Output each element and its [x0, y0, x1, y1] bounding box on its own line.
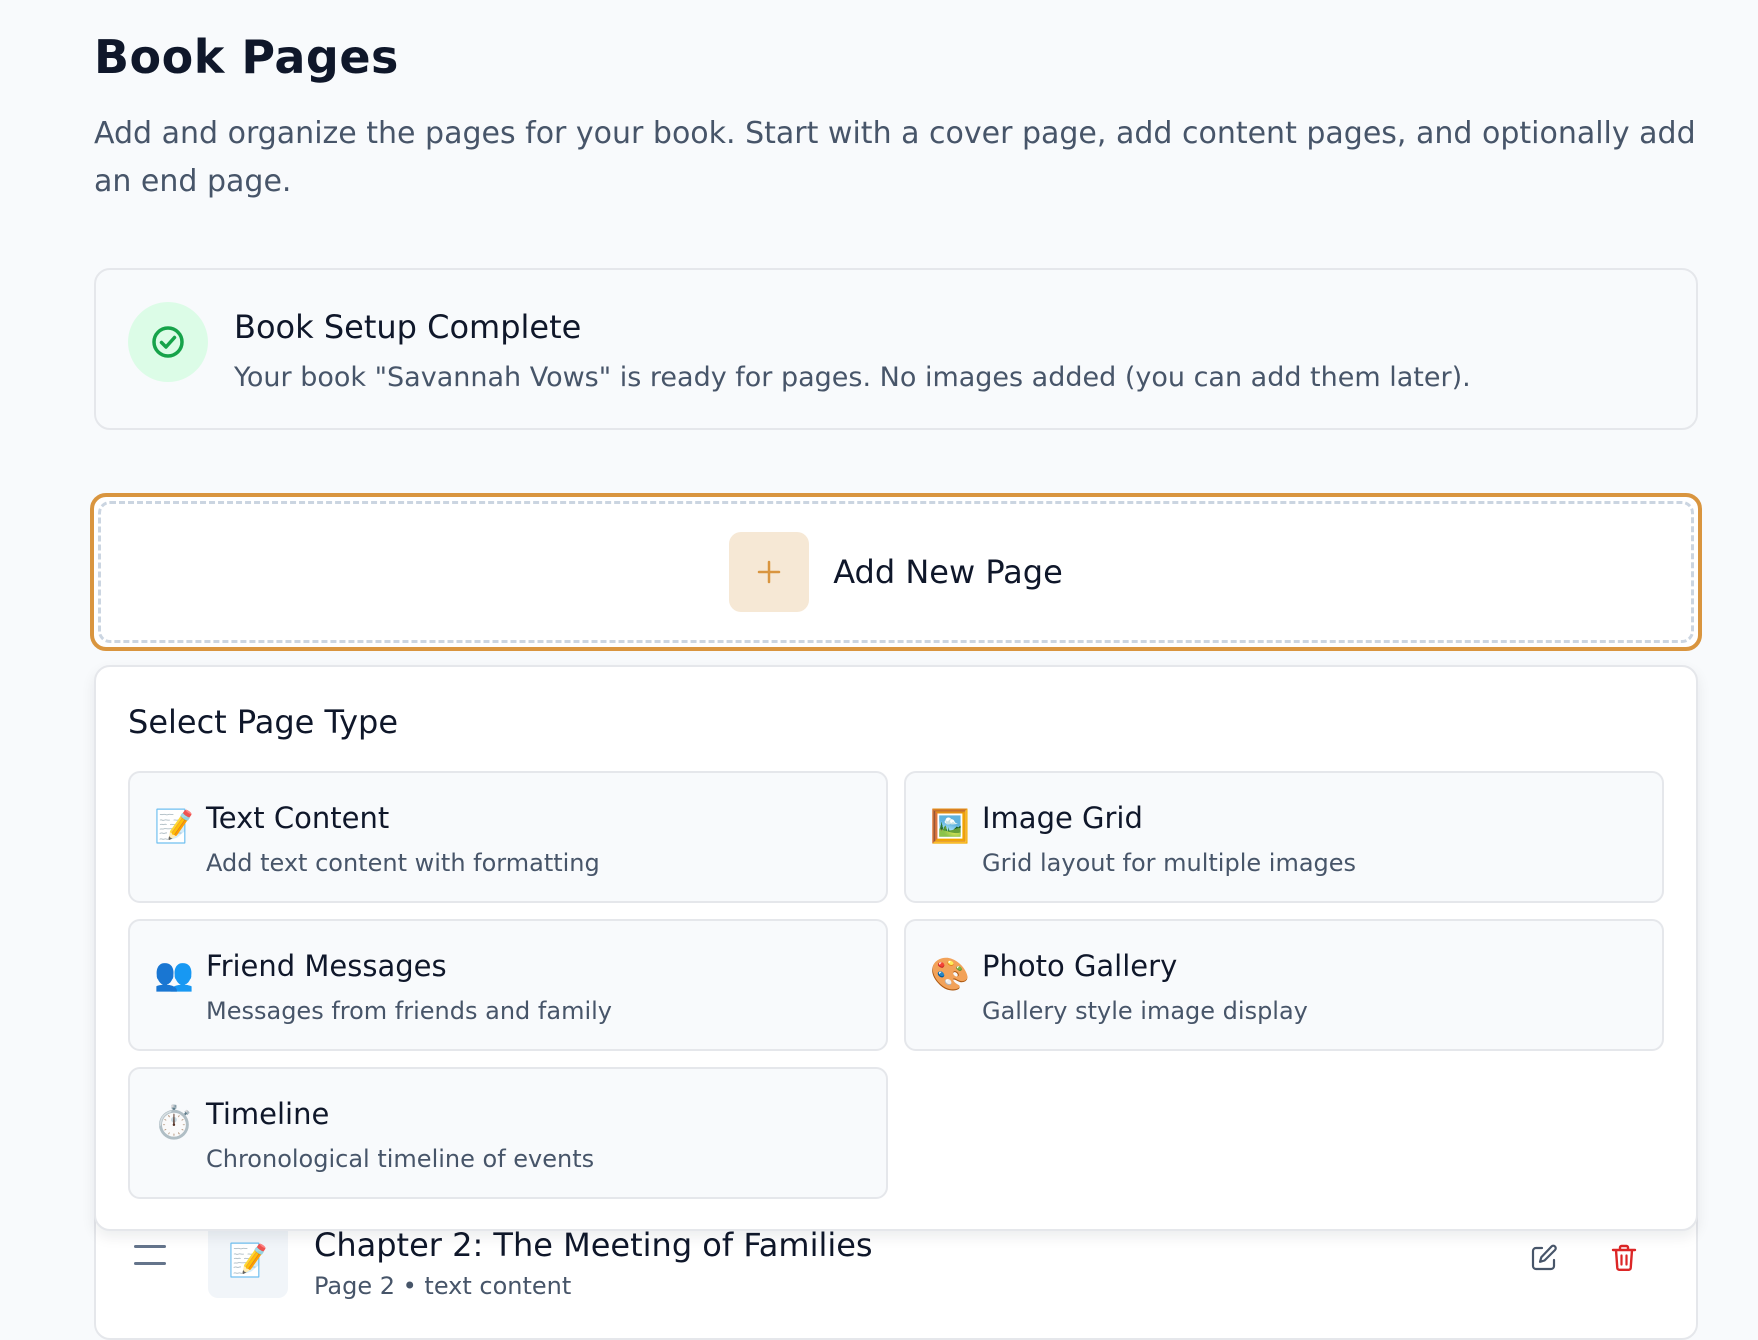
add-new-page-dropzone[interactable]: Add New Page [98, 501, 1694, 643]
page-type-image-grid[interactable]: 🖼️ Image Grid Grid layout for multiple i… [904, 771, 1664, 903]
edit-icon [1531, 1244, 1557, 1271]
page-type-text-content[interactable]: 📝 Text Content Add text content with for… [128, 771, 888, 903]
add-new-page-button[interactable]: Add New Page [90, 493, 1702, 651]
page-item-meta: Page 2 • text content [314, 1272, 572, 1300]
option-description: Gallery style image display [982, 997, 1308, 1025]
page-type-selector: Select Page Type 📝 Text Content Add text… [94, 665, 1698, 1231]
option-description: Chronological timeline of events [206, 1145, 595, 1173]
edit-page-button[interactable] [1526, 1240, 1562, 1276]
setup-title: Book Setup Complete [234, 308, 582, 346]
delete-page-button[interactable] [1606, 1240, 1642, 1276]
page-title: Book Pages [94, 30, 399, 84]
stopwatch-icon: ⏱️ [154, 1103, 194, 1141]
plus-icon [729, 532, 810, 612]
option-title: Image Grid [982, 801, 1143, 835]
page-type-icon: 📝 [228, 1241, 268, 1279]
check-circle-icon [128, 302, 208, 382]
option-description: Add text content with formatting [206, 849, 600, 877]
page-subtitle: Add and organize the pages for your book… [94, 116, 1696, 199]
option-title: Text Content [206, 801, 390, 835]
setup-description: Your book "Savannah Vows" is ready for p… [234, 362, 1471, 393]
option-title: Friend Messages [206, 949, 447, 983]
option-title: Photo Gallery [982, 949, 1178, 983]
option-description: Grid layout for multiple images [982, 849, 1357, 877]
trash-icon [1611, 1244, 1637, 1272]
option-description: Messages from friends and family [206, 997, 612, 1025]
palette-icon: 🎨 [930, 955, 970, 993]
page-type-title: Select Page Type [128, 703, 399, 741]
framed-picture-icon: 🖼️ [930, 807, 970, 845]
memo-icon: 📝 [208, 1222, 288, 1298]
page-item-title: Chapter 2: The Meeting of Families [314, 1226, 873, 1264]
page-type-timeline[interactable]: ⏱️ Timeline Chronological timeline of ev… [128, 1067, 888, 1199]
people-icon: 👥 [154, 955, 194, 993]
page-type-friend-messages[interactable]: 👥 Friend Messages Messages from friends … [128, 919, 888, 1051]
page-type-photo-gallery[interactable]: 🎨 Photo Gallery Gallery style image disp… [904, 919, 1664, 1051]
option-title: Timeline [206, 1097, 330, 1131]
memo-icon: 📝 [154, 807, 194, 845]
drag-handle-icon[interactable] [134, 1245, 166, 1267]
add-new-page-label: Add New Page [833, 553, 1063, 591]
setup-complete-card: Book Setup Complete Your book "Savannah … [94, 268, 1698, 430]
